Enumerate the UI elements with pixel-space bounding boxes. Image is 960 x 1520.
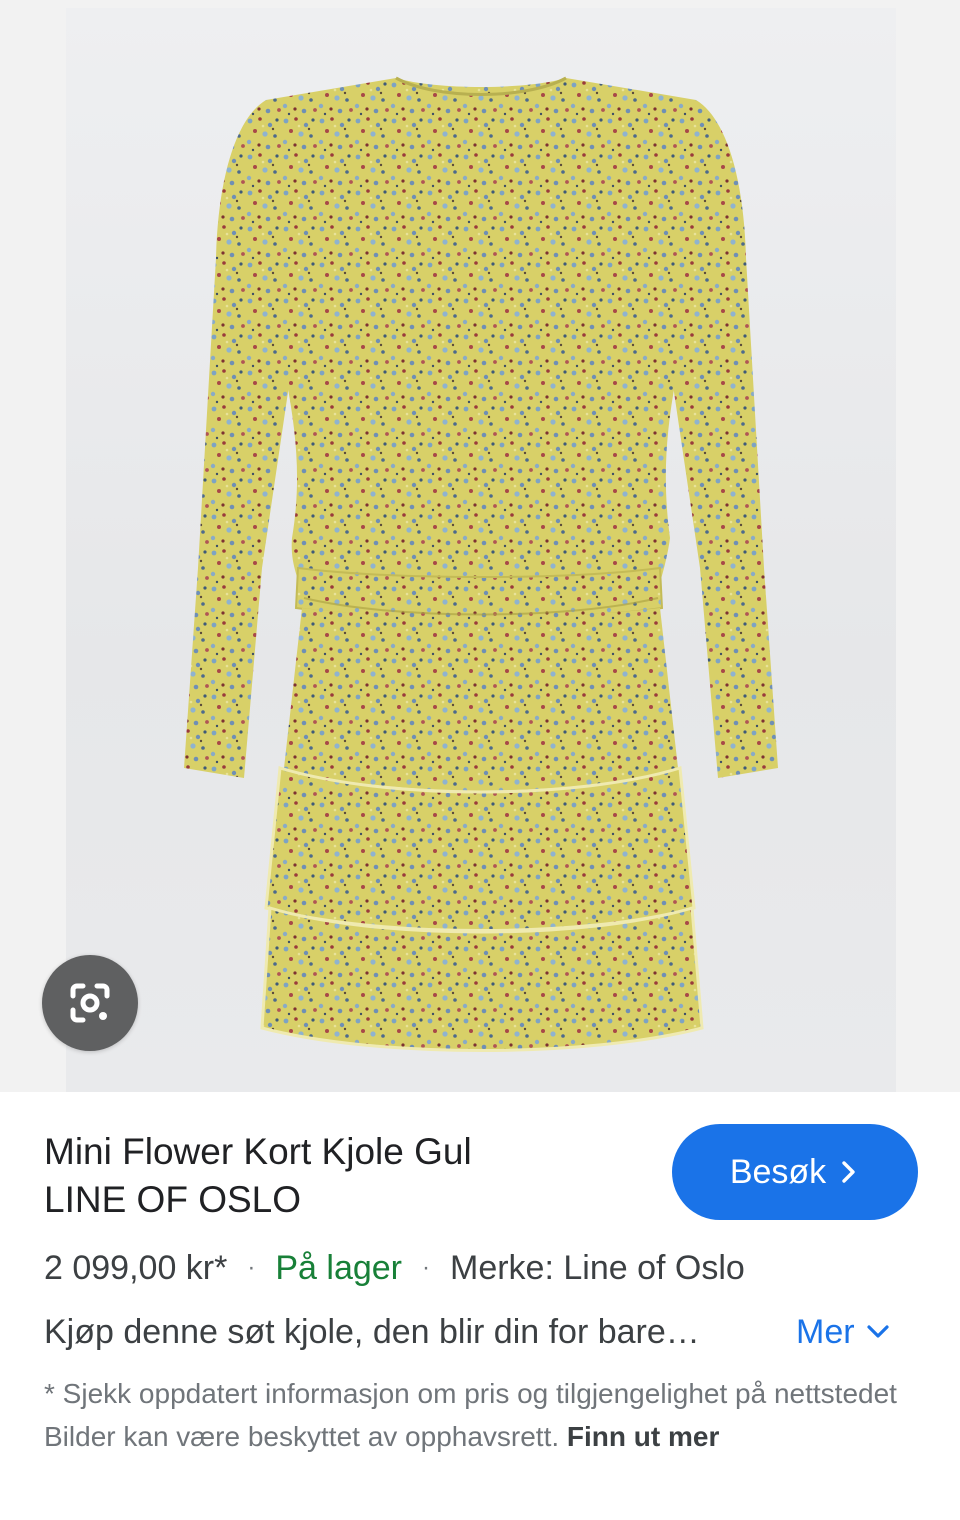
product-title[interactable]: Mini Flower Kort Kjole Gul LINE OF OSLO: [44, 1128, 644, 1224]
disclaimer-text: * Sjekk oppdatert informasjon om pris og…: [44, 1372, 920, 1458]
visit-button[interactable]: Besøk: [672, 1124, 918, 1220]
product-meta-row: 2 099,00 kr* · På lager · Merke: Line of…: [44, 1246, 924, 1290]
visit-button-label: Besøk: [729, 1152, 827, 1191]
product-description: Kjøp denne søt kjole, den blir din for b…: [44, 1313, 700, 1351]
separator-dot: ·: [247, 1254, 256, 1281]
product-description-row: Kjøp denne søt kjole, den blir din for b…: [44, 1310, 924, 1354]
disclaimer-body: * Sjekk oppdatert informasjon om pris og…: [44, 1378, 897, 1452]
more-label: Mer: [796, 1313, 855, 1351]
brand-text: Merke: Line of Oslo: [450, 1249, 745, 1287]
google-lens-button[interactable]: [42, 955, 138, 1051]
product-title-line2[interactable]: LINE OF OSLO: [44, 1176, 644, 1224]
image-preview-area[interactable]: [0, 0, 960, 1092]
separator-dot: ·: [422, 1254, 430, 1281]
stock-status: På lager: [275, 1249, 402, 1287]
chevron-down-icon: [866, 1325, 889, 1338]
learn-more-link[interactable]: Finn ut mer: [567, 1421, 719, 1452]
product-photo[interactable]: [66, 8, 896, 1092]
price-text: 2 099,00 kr*: [44, 1249, 228, 1287]
google-lens-camera-icon: [70, 983, 110, 1023]
product-title-line1[interactable]: Mini Flower Kort Kjole Gul: [44, 1128, 644, 1176]
dress-illustration: [184, 76, 778, 1052]
chevron-right-icon: [842, 1161, 855, 1183]
more-button[interactable]: Mer: [796, 1310, 891, 1354]
